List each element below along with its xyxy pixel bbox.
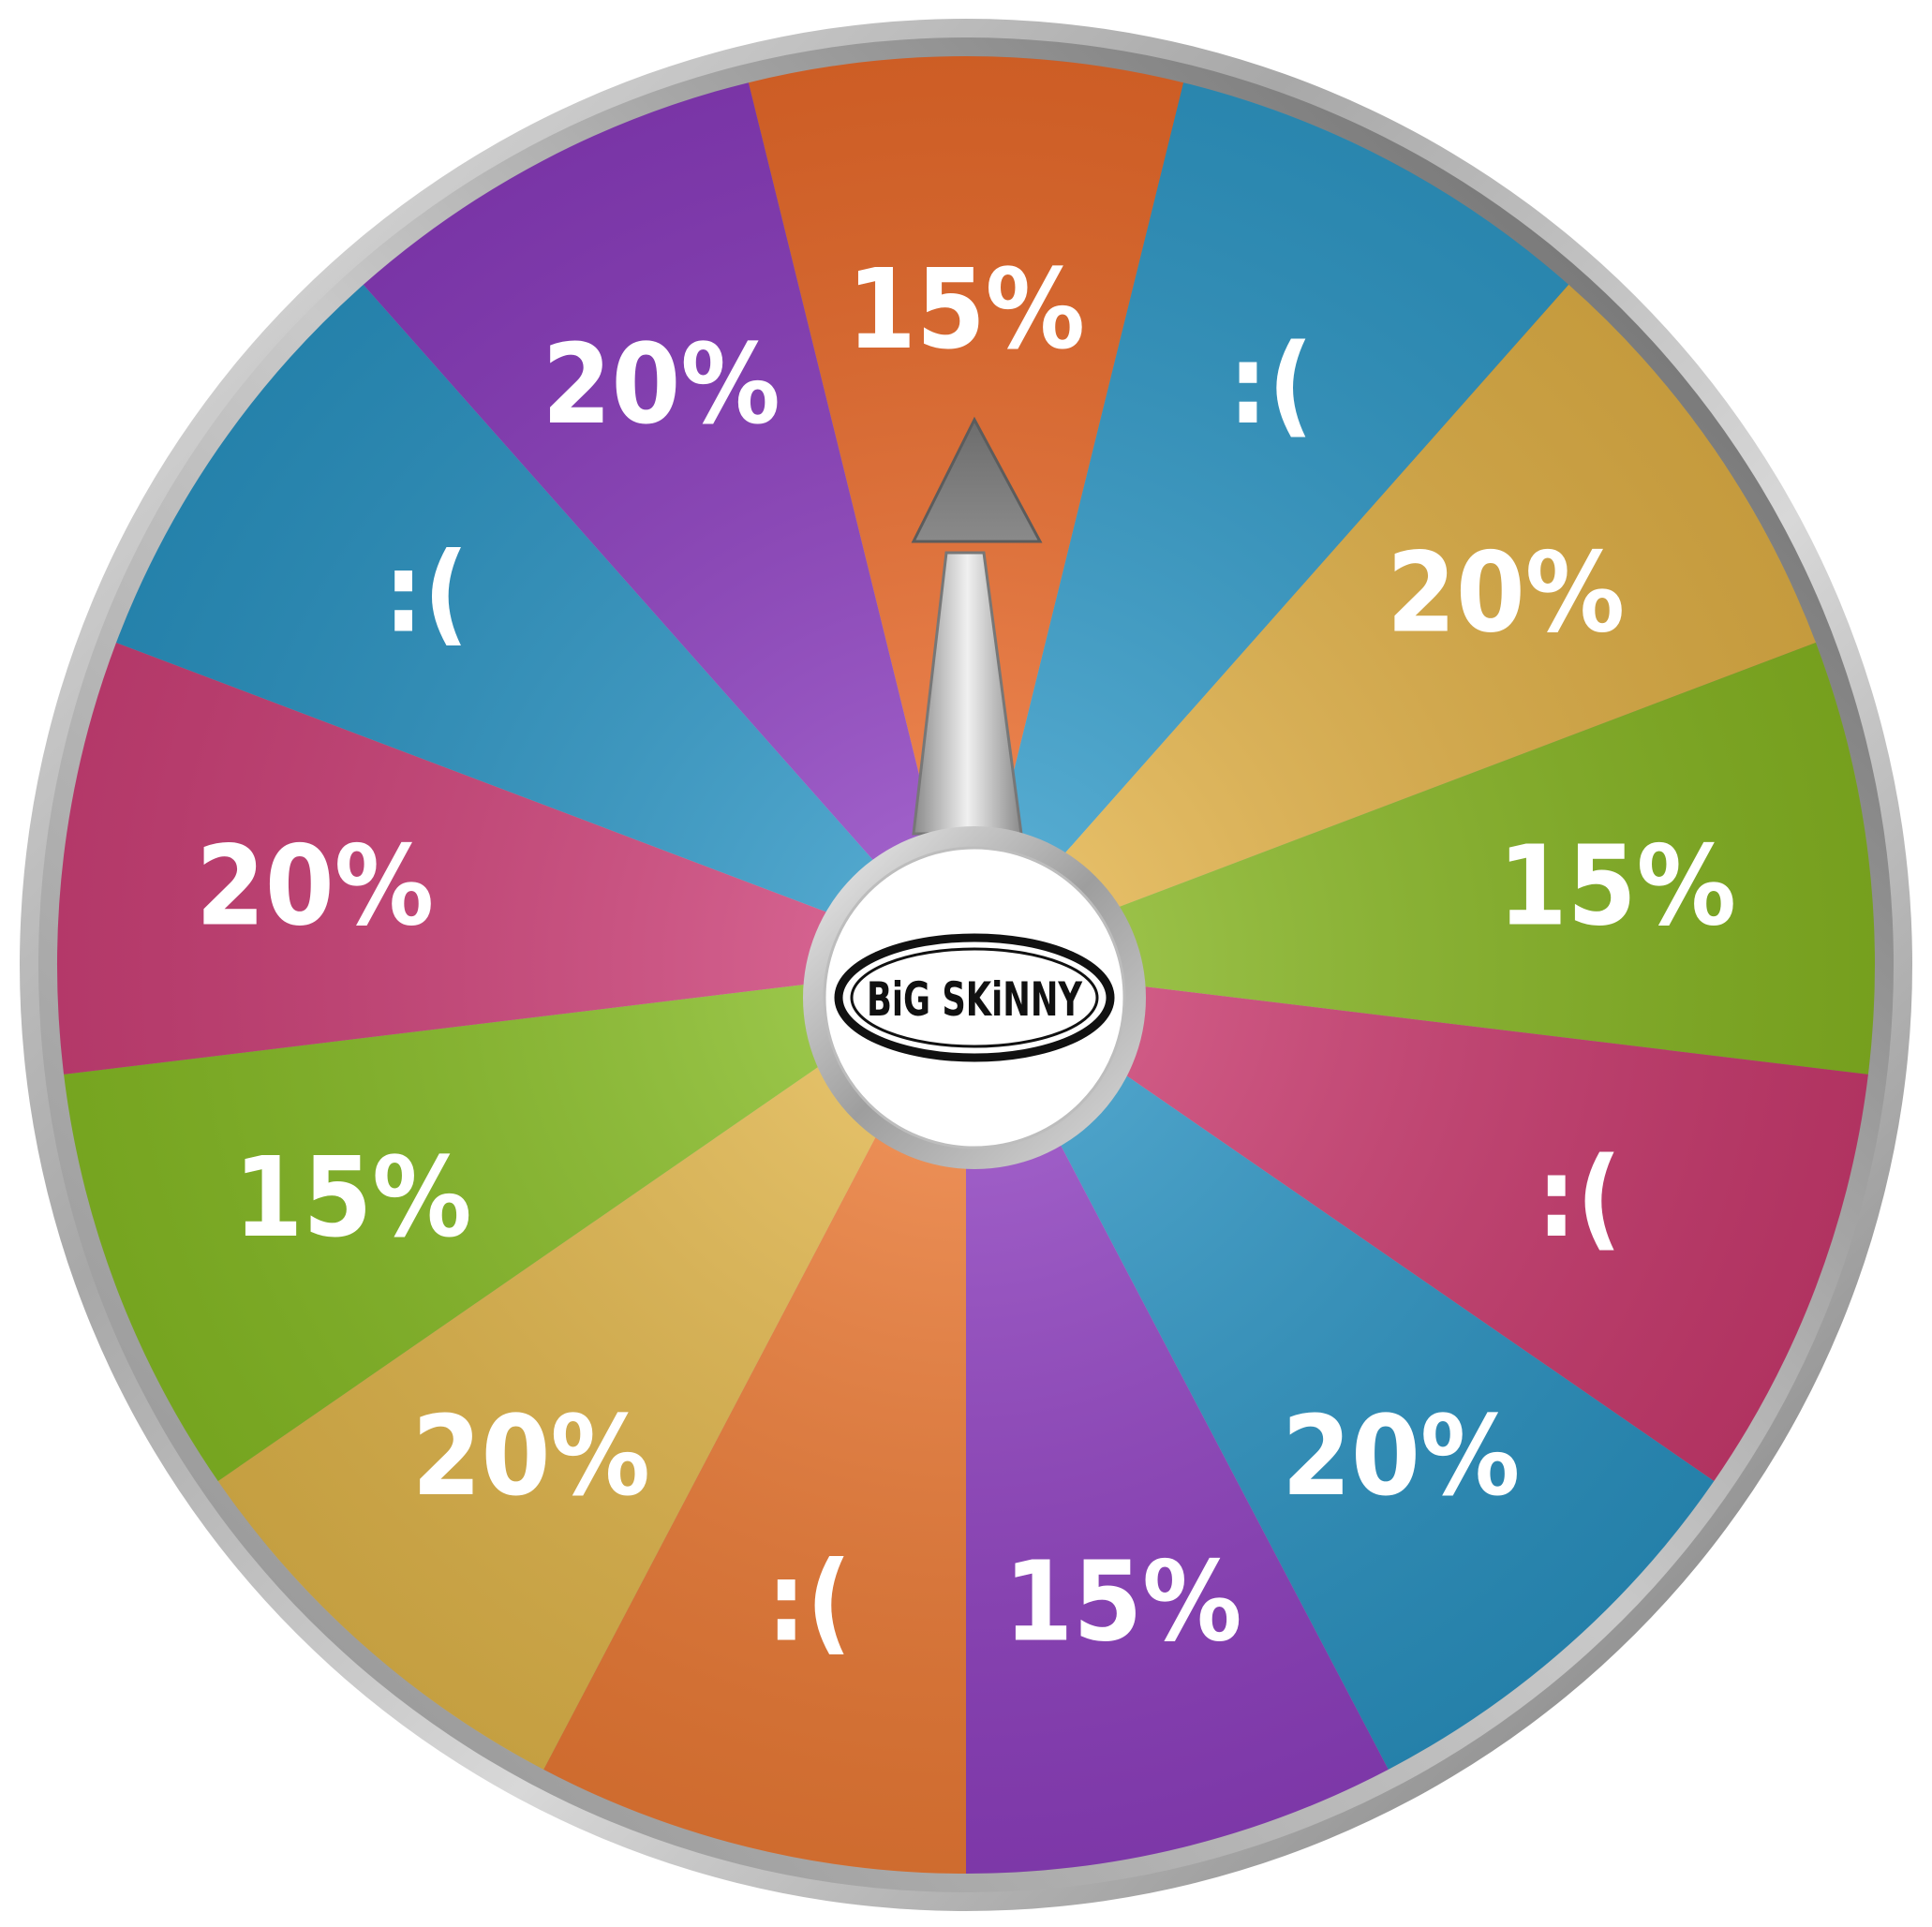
logo-text: BiG SKiNNY	[867, 972, 1083, 1027]
brand-logo: BiG SKiNNY	[834, 933, 1115, 1062]
wheel-hub[interactable]: BiG SKiNNY	[803, 826, 1146, 1169]
segment-label: 15%	[1003, 1537, 1241, 1667]
prize-wheel[interactable]: 15%:(20% 15%:(20% 15%:(20% 15% 20%:(20% BiG …	[0, 0, 1932, 1923]
segment-label: :(	[383, 527, 468, 657]
segment-label: 15%	[1498, 822, 1736, 951]
segment-label: 15%	[233, 1133, 471, 1262]
segment-label: :(	[1537, 1133, 1622, 1262]
segment-label: 20%	[412, 1391, 650, 1520]
segment-label: 20%	[196, 822, 434, 951]
segment-label: 15%	[847, 245, 1085, 374]
segment-label: 20%	[1387, 527, 1625, 657]
segment-label: 20%	[542, 319, 780, 449]
wheel-graphic[interactable]: 15%:(20%15%:(20%15%:(20%15%20%:(20% BiG …	[0, 0, 1932, 1923]
segment-label: :(	[766, 1537, 852, 1667]
segment-label: :(	[1228, 319, 1314, 449]
segment-label: 20%	[1282, 1391, 1520, 1520]
